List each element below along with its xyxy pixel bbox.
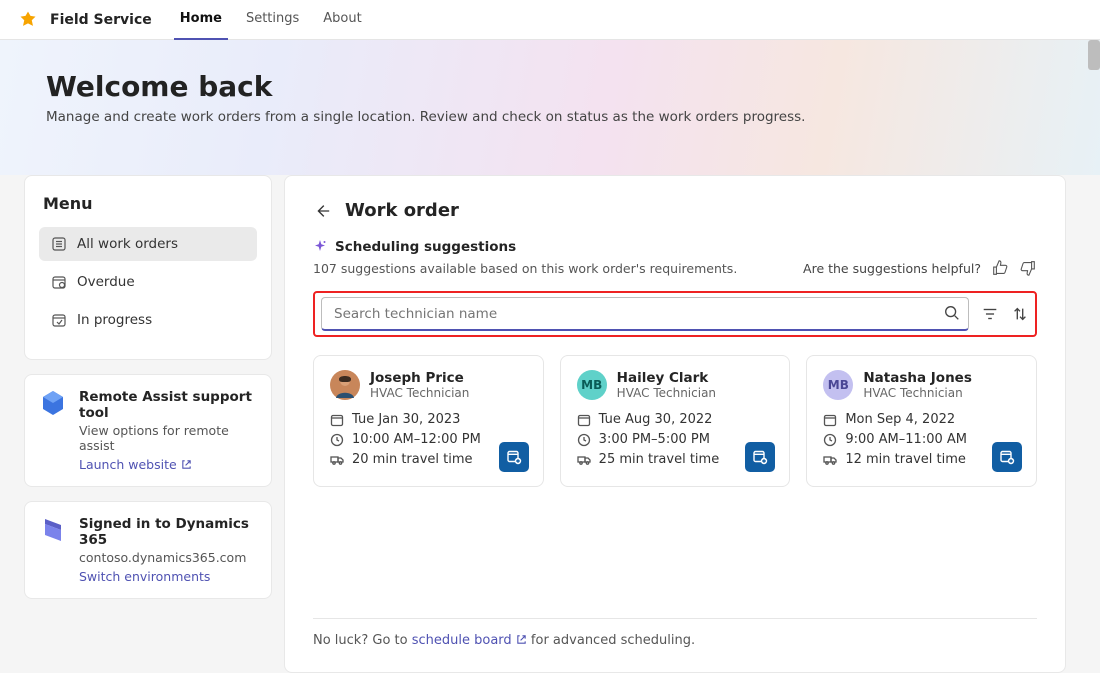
clock-icon [330,433,344,447]
back-arrow-icon[interactable] [313,202,331,220]
nav-home[interactable]: Home [174,0,228,40]
overdue-icon [51,274,67,290]
thumbs-down-icon[interactable] [1019,259,1037,277]
search-icon[interactable] [943,304,961,322]
info-title: Signed in to Dynamics 365 [79,516,257,548]
suggestions-header: Scheduling suggestions [313,239,1037,255]
thumbs-up-icon[interactable] [991,259,1009,277]
nav-about[interactable]: About [317,0,367,40]
technician-name: Hailey Clark [617,370,716,386]
technician-cards: Joseph Price HVAC Technician Tue Jan 30,… [313,355,1037,487]
technician-role: HVAC Technician [617,386,716,400]
menu-in-progress[interactable]: In progress [39,303,257,337]
calendar-add-icon [752,449,768,465]
in-progress-icon [51,312,67,328]
remote-assist-card: Remote Assist support tool View options … [24,374,272,487]
sort-icon[interactable] [1011,305,1029,323]
hero-title: Welcome back [46,70,1054,103]
external-link-icon [516,634,527,645]
menu-card: Menu All work orders Overdue In progress [24,175,272,360]
brand-name: Field Service [50,12,152,28]
book-button[interactable] [499,442,529,472]
feedback-row: Are the suggestions helpful? [803,259,1037,277]
schedule-board-link[interactable]: schedule board [412,633,527,648]
footer-post: for advanced scheduling. [527,633,695,648]
list-icon [51,236,67,252]
top-nav: Field Service Home Settings About [0,0,1100,40]
info-sub: View options for remote assist [79,423,257,453]
calendar-icon [330,413,344,427]
avatar: MB [823,370,853,400]
calendar-add-icon [999,449,1015,465]
menu-item-label: In progress [77,312,152,328]
technician-card[interactable]: Joseph Price HVAC Technician Tue Jan 30,… [313,355,544,487]
brand-icon [18,10,38,30]
filter-icon[interactable] [981,305,999,323]
panel-footer: No luck? Go to schedule board for advanc… [313,618,1037,648]
feedback-question: Are the suggestions helpful? [803,261,981,276]
launch-website-link[interactable]: Launch website [79,457,192,472]
hexagon-icon [39,389,67,417]
calendar-icon [823,413,837,427]
nav-settings[interactable]: Settings [240,0,305,40]
clock-icon [577,433,591,447]
truck-icon [823,453,837,467]
book-button[interactable] [745,442,775,472]
hero: Welcome back Manage and create work orde… [0,40,1100,175]
technician-role: HVAC Technician [370,386,469,400]
info-title: Remote Assist support tool [79,389,257,421]
avatar: MB [577,370,607,400]
work-order-panel: Work order Scheduling suggestions 107 su… [284,175,1066,673]
search-box [321,297,969,331]
menu-item-label: Overdue [77,274,135,290]
avatar [330,370,360,400]
sparkle-icon [313,240,327,254]
left-column: Menu All work orders Overdue In progress… [24,175,272,673]
search-technician-input[interactable] [321,297,969,331]
book-button[interactable] [992,442,1022,472]
info-sub: contoso.dynamics365.com [79,550,257,565]
menu-item-label: All work orders [77,236,178,252]
calendar-icon [577,413,591,427]
menu-title: Menu [39,194,257,213]
suggestions-meta: 107 suggestions available based on this … [313,259,1037,277]
signed-in-card: Signed in to Dynamics 365 contoso.dynami… [24,501,272,599]
technician-card[interactable]: MB Hailey Clark HVAC Technician Tue Aug … [560,355,791,487]
menu-overdue[interactable]: Overdue [39,265,257,299]
technician-name: Joseph Price [370,370,469,386]
content: Menu All work orders Overdue In progress… [0,175,1090,673]
truck-icon [577,453,591,467]
external-link-icon [181,459,192,470]
menu-all-work-orders[interactable]: All work orders [39,227,257,261]
technician-card[interactable]: MB Natasha Jones HVAC Technician Mon Sep… [806,355,1037,487]
scrollbar[interactable] [1088,40,1100,70]
suggestions-count: 107 suggestions available based on this … [313,261,737,276]
truck-icon [330,453,344,467]
technician-name: Natasha Jones [863,370,972,386]
panel-title: Work order [345,200,459,221]
suggestions-title: Scheduling suggestions [335,239,516,255]
hero-subtitle: Manage and create work orders from a sin… [46,109,1054,125]
switch-env-link[interactable]: Switch environments [79,569,210,584]
clock-icon [823,433,837,447]
search-row-highlight [313,291,1037,337]
calendar-add-icon [506,449,522,465]
technician-role: HVAC Technician [863,386,972,400]
dynamics-icon [39,516,67,544]
panel-header: Work order [313,200,1037,221]
footer-pre: No luck? Go to [313,633,412,648]
